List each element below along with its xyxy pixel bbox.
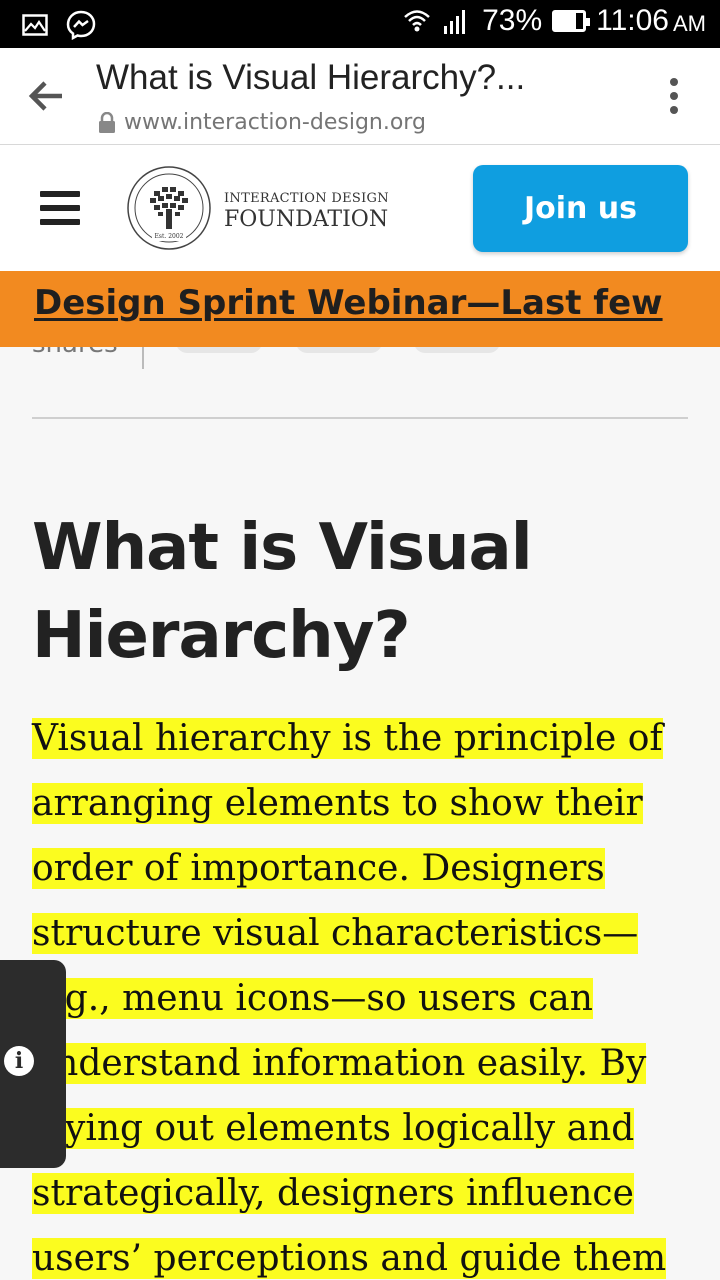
highlighted-text: understand information easily. By — [32, 1043, 647, 1084]
share-button-twitter[interactable] — [296, 347, 382, 353]
body-line: laying out elements logically and — [32, 1096, 692, 1161]
url-bar[interactable]: www.interaction-design.org — [98, 110, 426, 135]
highlighted-text: users’ perceptions and guide them — [32, 1238, 667, 1279]
body-line: arranging elements to show their — [32, 771, 692, 836]
logo-est-text: Est. 2002 — [155, 233, 184, 240]
overflow-menu-icon[interactable] — [668, 78, 680, 114]
info-side-tab[interactable]: i — [0, 960, 66, 1168]
promo-banner: Design Sprint Webinar—Last few — [0, 271, 720, 347]
clock-ampm: AM — [673, 11, 706, 36]
browser-toolbar: What is Visual Hierarchy?... www.interac… — [0, 48, 720, 145]
site-header: Est. 2002 INTERACTION DESIGN FOUNDATION … — [0, 145, 720, 271]
body-line: order of importance. Designers — [32, 836, 692, 901]
highlighted-text: order of importance. Designers — [32, 848, 605, 889]
hamburger-menu-icon[interactable] — [40, 191, 80, 225]
body-line: understand information easily. By — [32, 1031, 692, 1096]
image-icon — [22, 14, 48, 36]
highlighted-text: Visual hierarchy is the principle of — [32, 718, 663, 759]
info-icon[interactable]: i — [4, 1046, 34, 1076]
logo-line2: FOUNDATION — [224, 207, 389, 232]
battery-icon — [552, 10, 591, 32]
messenger-icon — [66, 10, 96, 40]
url-text: www.interaction-design.org — [124, 110, 426, 135]
status-bar: 73% 11:06 AM — [0, 0, 720, 48]
highlighted-text: laying out elements logically and — [32, 1108, 635, 1149]
wifi-icon — [404, 10, 430, 32]
highlighted-text: structure visual characteristics— — [32, 913, 639, 954]
page-title[interactable]: What is Visual Hierarchy?... — [96, 58, 525, 98]
webinar-banner-link[interactable]: Design Sprint Webinar—Last few — [34, 283, 663, 323]
body-line: structure visual characteristics— — [32, 901, 692, 966]
body-line: e.g., menu icons—so users can — [32, 966, 692, 1031]
highlighted-text: strategically, designers influence — [32, 1173, 634, 1214]
title-line: What is Visual — [32, 511, 533, 585]
share-button-facebook[interactable] — [176, 347, 262, 353]
body-line: strategically, designers influence — [32, 1161, 692, 1226]
body-line: Visual hierarchy is the principle of — [32, 706, 692, 771]
battery-percent: 73% — [482, 4, 543, 37]
shares-count-label: shares — [32, 347, 118, 359]
signal-icon — [444, 10, 466, 34]
foundation-wordmark[interactable]: INTERACTION DESIGN FOUNDATION — [224, 191, 389, 232]
body-line: users’ perceptions and guide them — [32, 1226, 692, 1280]
foundation-logo-icon[interactable]: Est. 2002 — [126, 165, 212, 251]
clock-time: 11:06 — [596, 4, 669, 37]
battery-fill — [555, 13, 576, 29]
highlighted-text: e.g., menu icons—so users can — [32, 978, 593, 1019]
logo-line1: INTERACTION DESIGN — [224, 191, 389, 206]
back-arrow-icon[interactable] — [26, 76, 66, 116]
lock-icon — [99, 111, 115, 133]
join-us-button[interactable]: Join us — [473, 165, 688, 252]
highlighted-text: arranging elements to show their — [32, 783, 643, 824]
article-intro: Visual hierarchy is the principle of arr… — [32, 706, 692, 1280]
article-title: What is Visual Hierarchy? — [32, 504, 632, 680]
share-divider — [142, 347, 144, 369]
share-bar: shares — [0, 347, 720, 371]
title-line: Hierarchy? — [32, 599, 411, 673]
section-divider — [32, 417, 688, 419]
system-indicators: 73% 11:06 AM — [402, 4, 706, 38]
share-button-linkedin[interactable] — [414, 347, 500, 353]
notification-icons — [22, 10, 96, 40]
